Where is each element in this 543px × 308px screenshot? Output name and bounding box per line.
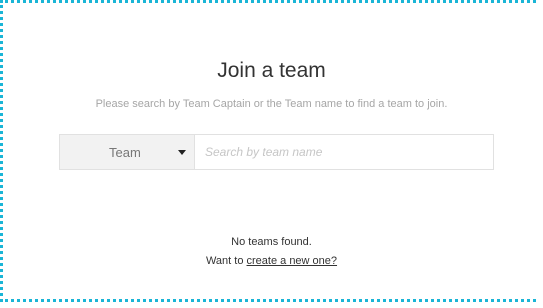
caret-down-icon — [178, 150, 186, 155]
search-type-dropdown[interactable]: Team — [60, 135, 195, 169]
create-team-link[interactable]: create a new one? — [247, 255, 338, 267]
page-title: Join a team — [217, 59, 326, 82]
search-instructions: Please search by Team Captain or the Tea… — [95, 98, 448, 110]
create-team-prompt-text: Want to — [205, 255, 247, 267]
create-team-prompt: Want to create a new one? — [0, 255, 543, 267]
team-search-bar: Team — [59, 134, 494, 170]
no-teams-message: No teams found. — [231, 236, 312, 248]
search-type-label: Team — [109, 144, 141, 160]
team-search-input[interactable] — [195, 135, 493, 169]
